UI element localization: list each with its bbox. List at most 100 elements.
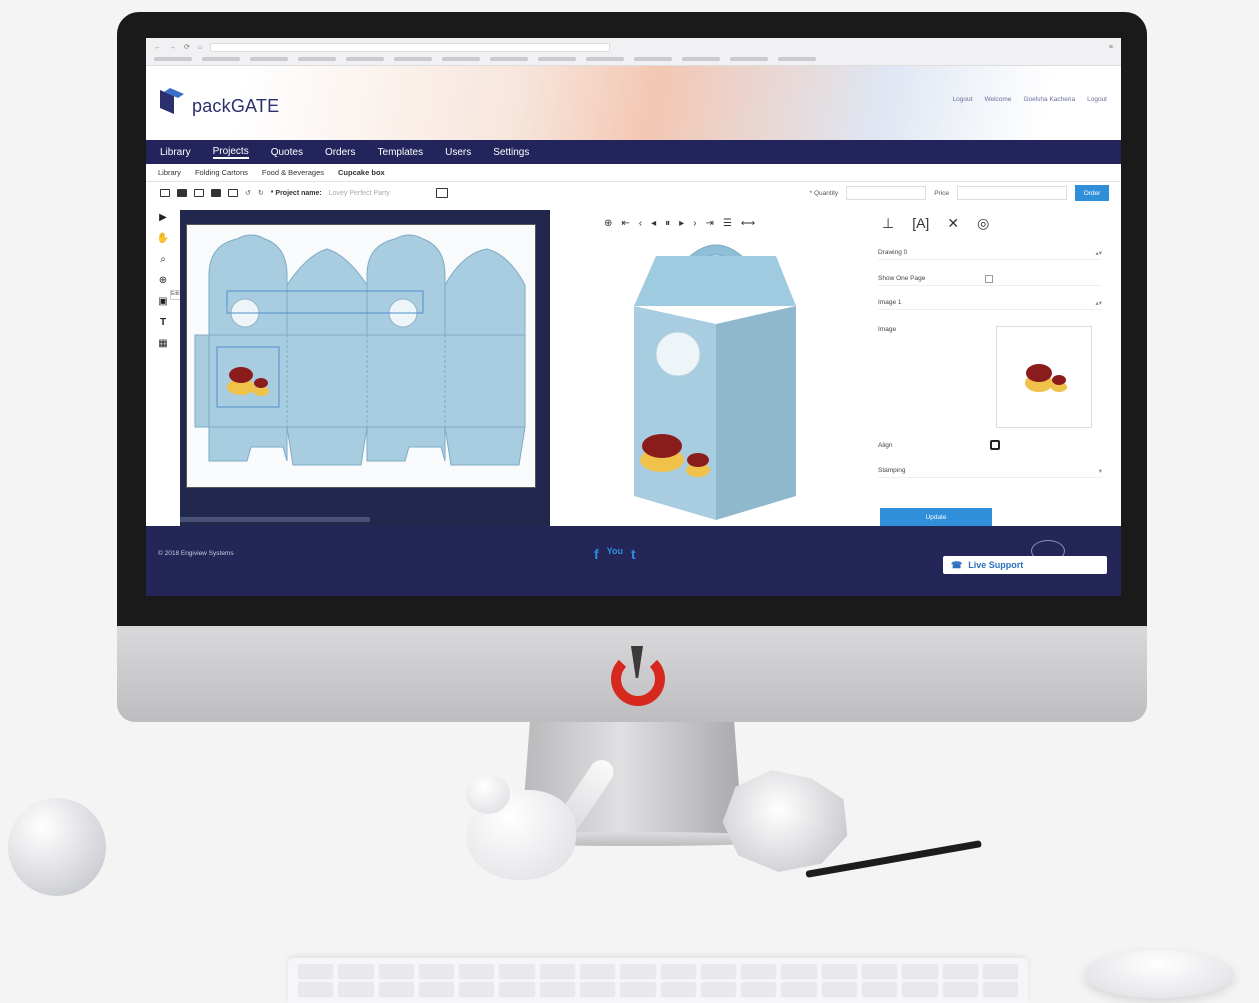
nav-item-users[interactable]: Users: [445, 147, 471, 158]
select-tool-icon[interactable]: ▶: [159, 212, 167, 223]
browser-address-row: ← → ⟳ ⌂ ≡: [154, 42, 1113, 52]
next-icon[interactable]: ›: [693, 218, 696, 229]
text-tool-icon[interactable]: T: [160, 317, 166, 328]
phone-icon: ☎: [951, 559, 963, 570]
dieline-scrollbar[interactable]: [180, 517, 370, 522]
breadcrumb-item[interactable]: Folding Cartons: [195, 168, 248, 177]
properties-panel: ⊥ [A] ✕ ◎ Drawing 0 ▴▾ Show One Page Ima…: [870, 210, 1110, 526]
bookmark-item[interactable]: [202, 57, 240, 61]
nav-item-orders[interactable]: Orders: [325, 147, 356, 158]
update-button[interactable]: Update: [880, 508, 992, 526]
back-icon[interactable]: ←: [154, 44, 161, 51]
play-icon[interactable]: ▸: [679, 218, 684, 229]
bookmarks-bar: [154, 55, 1113, 63]
prop-label: Image 1: [878, 299, 902, 306]
nav-item-projects[interactable]: Projects: [212, 146, 249, 159]
dieline-drawing: [194, 234, 526, 466]
bookmark-item[interactable]: [682, 57, 720, 61]
youtube-icon[interactable]: You: [607, 546, 623, 562]
pan-tool-icon[interactable]: ✋: [157, 233, 169, 244]
forward-icon[interactable]: →: [169, 44, 176, 51]
image-preview[interactable]: [996, 326, 1092, 428]
main-nav: Library Projects Quotes Orders Templates…: [146, 140, 1121, 164]
project-settings-icon[interactable]: [435, 188, 448, 198]
editor-toolbar: ↺ ↻ * Project name: Lovey Perfect Party …: [146, 182, 1121, 204]
bookmark-item[interactable]: [778, 57, 816, 61]
nav-item-templates[interactable]: Templates: [378, 147, 424, 158]
facebook-icon[interactable]: f: [594, 546, 599, 562]
live-support-button[interactable]: ☎ Live Support: [943, 556, 1107, 574]
image-tool-icon[interactable]: ▣: [158, 296, 167, 307]
step-back-icon[interactable]: ◂: [651, 218, 656, 229]
breadcrumb-item[interactable]: Library: [158, 168, 181, 177]
keyboard-row: [298, 964, 1019, 978]
text-frame-icon[interactable]: [A]: [912, 215, 929, 231]
social-links: f You t: [594, 546, 636, 562]
last-frame-icon[interactable]: ⇥: [706, 218, 714, 229]
app-header: packGATE Logout Welcome Goelsha Kacheria…: [146, 66, 1121, 140]
bookmark-item[interactable]: [250, 57, 288, 61]
header-user-links: Logout Welcome Goelsha Kacheria Logout: [953, 96, 1107, 103]
zoom-in-tool-icon[interactable]: ⊕: [159, 275, 167, 286]
tool-palette: ▶ ✋ ⌕ ⊕ ▣ T ▦: [154, 212, 172, 349]
logout-link[interactable]: Logout: [1087, 96, 1107, 103]
box-3d-preview[interactable]: [616, 234, 816, 524]
bookmark-item[interactable]: [730, 57, 768, 61]
layers-icon[interactable]: ☰: [723, 218, 732, 229]
quantity-input[interactable]: [846, 186, 927, 200]
breadcrumb-item[interactable]: Food & Beverages: [262, 168, 324, 177]
first-frame-icon[interactable]: ⇤: [621, 218, 629, 229]
reload-icon[interactable]: ⟳: [184, 43, 190, 51]
bookmark-item[interactable]: [442, 57, 480, 61]
show-one-page-checkbox[interactable]: [985, 274, 994, 283]
bookmark-item[interactable]: [298, 57, 336, 61]
twitter-icon[interactable]: t: [631, 546, 636, 562]
live-support-label: Live Support: [968, 560, 1024, 570]
dieline-canvas[interactable]: [186, 224, 536, 488]
full-view-icon[interactable]: [211, 189, 221, 197]
bookmark-item[interactable]: [394, 57, 432, 61]
prop-row-stamping[interactable]: Stamping ▾: [878, 464, 1102, 478]
effects-icon[interactable]: ✕: [947, 215, 959, 232]
split-view-icon[interactable]: [177, 189, 187, 197]
barcode-tool-icon[interactable]: ▦: [158, 338, 167, 349]
align-icon[interactable]: [990, 440, 1001, 450]
undo-icon[interactable]: ↺: [245, 189, 251, 197]
stamp-icon[interactable]: ⊥: [882, 215, 894, 232]
previous-icon[interactable]: ‹: [639, 218, 642, 229]
menu-icon[interactable]: ≡: [1109, 44, 1113, 51]
header-link[interactable]: Logout: [953, 96, 973, 103]
bookmark-item[interactable]: [490, 57, 528, 61]
nav-item-settings[interactable]: Settings: [493, 147, 529, 158]
nav-item-library[interactable]: Library: [160, 147, 191, 158]
save-icon[interactable]: [228, 189, 238, 197]
address-bar[interactable]: [210, 42, 611, 52]
nav-item-quotes[interactable]: Quotes: [271, 147, 303, 158]
single-view-icon[interactable]: [160, 189, 170, 197]
bookmark-item[interactable]: [586, 57, 624, 61]
mouse: [1084, 950, 1234, 998]
location-pin-icon[interactable]: ◎: [977, 215, 989, 232]
breadcrumb: Library Folding Cartons Food & Beverages…: [146, 164, 1121, 182]
zoom-tool-icon[interactable]: ⌕: [160, 254, 166, 265]
bookmark-item[interactable]: [634, 57, 672, 61]
zoom-in-icon[interactable]: ⊕: [604, 218, 612, 229]
measure-icon[interactable]: ⟷: [741, 218, 755, 229]
prop-row-image-select[interactable]: Image 1 ▴▾: [878, 296, 1102, 310]
prop-value: ▴▾: [1095, 249, 1102, 257]
prop-value: ▾: [1098, 467, 1102, 475]
redo-icon[interactable]: ↻: [258, 189, 264, 197]
footer: © 2018 Engiview Systems f You t ☎ Live S…: [146, 526, 1121, 596]
bookmark-item[interactable]: [538, 57, 576, 61]
crumpled-paper: [722, 770, 848, 872]
price-input[interactable]: [957, 186, 1067, 200]
order-button[interactable]: Order: [1075, 185, 1109, 201]
bookmark-item[interactable]: [154, 57, 192, 61]
home-icon[interactable]: ⌂: [198, 44, 202, 51]
layout-view-icon[interactable]: [194, 189, 204, 197]
pause-icon[interactable]: ⏸: [665, 218, 670, 229]
prop-row-drawing[interactable]: Drawing 0 ▴▾: [878, 246, 1102, 260]
project-name-value[interactable]: Lovey Perfect Party: [329, 190, 429, 197]
bookmark-item[interactable]: [346, 57, 384, 61]
workspace: ▶ ✋ ⌕ ⊕ ▣ T ▦ Edit Image: [146, 204, 1121, 526]
